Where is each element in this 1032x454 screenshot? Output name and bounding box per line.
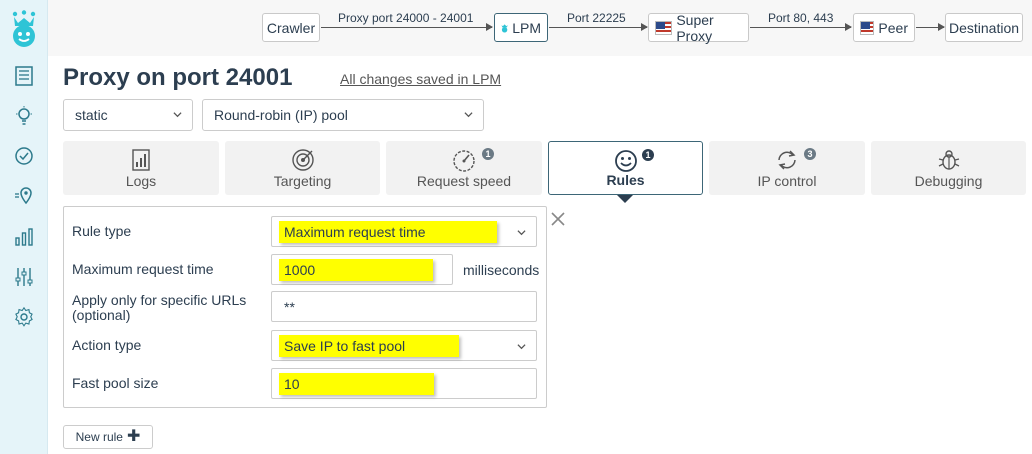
page-title: Proxy on port 24001: [63, 64, 293, 91]
bar-chart-icon[interactable]: [12, 225, 36, 249]
milliseconds-unit-label: milliseconds: [463, 262, 540, 278]
speedometer-icon: [453, 150, 475, 172]
chevron-down-icon: [464, 112, 473, 118]
flow-node-peer[interactable]: Peer: [853, 13, 915, 42]
tab-targeting[interactable]: Targeting: [225, 141, 380, 195]
settings-gear-icon[interactable]: [12, 305, 36, 329]
chevron-down-icon: [517, 230, 526, 236]
flow-node-lpm[interactable]: LPM: [494, 13, 548, 42]
pool-select-value: Round-robin (IP) pool: [214, 107, 348, 123]
overview-icon[interactable]: [12, 64, 36, 88]
sliders-icon[interactable]: [12, 265, 36, 289]
tab-label: Rules: [606, 172, 645, 188]
flow-edge-label: Proxy port 24000 - 24001: [338, 11, 474, 25]
active-tab-pointer: [617, 195, 633, 203]
flow-edge-label: Port 22225: [567, 11, 626, 25]
flow-node-label: Destination: [948, 19, 1020, 36]
tab-request-speed[interactable]: 1 Request speed: [386, 141, 542, 195]
us-flag-icon: [860, 20, 875, 35]
action-type-select[interactable]: Save IP to fast pool: [271, 330, 537, 361]
bug-icon: [938, 150, 959, 170]
specific-urls-label-optional: (optional): [72, 307, 131, 323]
flow-node-label: LPM: [512, 19, 541, 36]
location-pin-icon[interactable]: [12, 184, 36, 208]
target-icon: [291, 149, 314, 171]
sidebar: [0, 0, 48, 454]
new-rule-button[interactable]: New rule ✚: [63, 425, 153, 449]
logs-icon: [132, 149, 150, 171]
flow-node-label: Peer: [878, 19, 908, 36]
flow-node-super-proxy[interactable]: Super Proxy: [648, 11, 749, 44]
rule-type-select[interactable]: Maximum request time: [271, 216, 537, 247]
tab-badge: 3: [804, 148, 816, 160]
specific-urls-input[interactable]: **: [271, 291, 537, 322]
lpm-logo-icon: [501, 23, 508, 33]
fast-pool-size-input[interactable]: 10: [271, 368, 537, 399]
tab-debugging[interactable]: Debugging: [871, 141, 1026, 195]
tab-label: IP control: [757, 173, 817, 189]
max-request-time-value: 1000: [279, 259, 433, 281]
specific-urls-label-line: Apply only for specific URLs: [72, 292, 247, 308]
session-select[interactable]: static: [63, 99, 193, 131]
tab-badge: 1: [642, 149, 654, 161]
new-rule-label: New rule: [75, 430, 123, 444]
max-request-time-label: Maximum request time: [72, 261, 214, 277]
specific-urls-label: Apply only for specific URLs (optional): [72, 293, 246, 323]
max-request-time-input[interactable]: 1000: [271, 254, 453, 285]
flow-node-destination[interactable]: Destination: [945, 13, 1023, 42]
timer-check-icon[interactable]: [12, 144, 36, 168]
specific-urls-value: **: [284, 299, 295, 315]
tab-label: Logs: [125, 173, 157, 189]
tab-label: Debugging: [914, 173, 983, 189]
tab-label: Targeting: [273, 173, 332, 189]
tab-badge: 1: [482, 148, 494, 160]
chevron-down-icon: [517, 344, 526, 350]
rule-type-label: Rule type: [72, 223, 132, 239]
smiley-icon: [614, 150, 637, 172]
tab-logs[interactable]: Logs: [63, 141, 219, 195]
fast-pool-size-value: 10: [279, 373, 434, 395]
flow-edge-arrow: [916, 23, 945, 31]
flow-node-label: Super Proxy: [676, 11, 714, 44]
luminati-logo-icon[interactable]: [9, 10, 39, 48]
flow-edge-arrow: [321, 23, 493, 31]
plus-icon: ✚: [126, 428, 141, 445]
flow-node-crawler[interactable]: Crawler: [262, 13, 320, 42]
flow-edge-arrow: [549, 23, 648, 31]
tab-rules[interactable]: 1 Rules: [548, 141, 703, 195]
action-type-value: Save IP to fast pool: [279, 335, 459, 357]
session-select-value: static: [75, 107, 108, 123]
us-flag-icon: [655, 20, 673, 35]
flow-edge-arrow: [750, 23, 852, 31]
flow-edge-label: Port 80, 443: [768, 11, 834, 25]
lightbulb-icon[interactable]: [12, 104, 36, 128]
chevron-down-icon: [173, 112, 182, 118]
saved-status-link[interactable]: All changes saved in LPM: [340, 71, 501, 87]
refresh-icon: [778, 150, 796, 170]
fast-pool-size-label: Fast pool size: [72, 375, 159, 391]
action-type-label: Action type: [72, 337, 142, 353]
tab-label: Request speed: [416, 173, 512, 189]
rule-type-value: Maximum request time: [279, 221, 497, 243]
close-icon[interactable]: [550, 211, 566, 227]
pool-select[interactable]: Round-robin (IP) pool: [202, 99, 484, 131]
tab-ip-control[interactable]: 3 IP control: [709, 141, 865, 195]
flow-node-label: Crawler: [266, 19, 316, 36]
